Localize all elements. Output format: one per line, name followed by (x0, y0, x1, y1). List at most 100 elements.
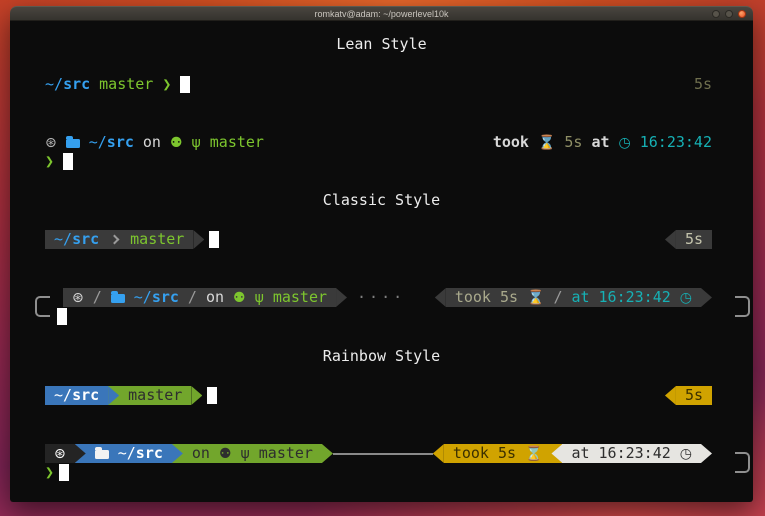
section-heading-lean: Lean Style (10, 35, 753, 54)
hourglass-icon: ⌛ (527, 291, 544, 305)
slash-separator: / (188, 288, 197, 307)
on-label: on (143, 133, 161, 152)
prompt-frame-left (35, 296, 50, 317)
close-button[interactable] (738, 10, 746, 18)
dir-prefix: ~/ (54, 386, 72, 405)
at-label: at (571, 288, 589, 307)
section-heading-classic: Classic Style (10, 191, 753, 210)
github-icon: ⚉ (233, 291, 246, 305)
powerline-arrow-icon (665, 386, 676, 405)
git-branch: master (99, 75, 153, 94)
powerline-arrow-icon (108, 386, 119, 405)
cursor (209, 231, 219, 248)
on-label: on (192, 444, 210, 463)
directory: ~/ src (54, 386, 99, 405)
terminal-content[interactable]: Lean Style ~/ src master ❯ 5s ⊛ ~/ (10, 21, 753, 502)
clock-icon: ◷ (680, 447, 692, 461)
github-icon: ⚉ (219, 447, 232, 461)
cursor (59, 464, 69, 481)
status-segment: took 5s ⌛ (444, 444, 552, 463)
powerline-arrow-icon (322, 444, 333, 463)
rainbow-full-line2: ❯ (45, 463, 712, 482)
cursor (180, 76, 190, 93)
window-controls (712, 10, 746, 18)
duration: 5s (685, 386, 703, 405)
slash-separator: / (93, 288, 102, 307)
powerline-arrow-icon (435, 288, 446, 307)
os-icon: ⊛ (72, 291, 84, 305)
powerline-left: ~/ src master (45, 230, 204, 249)
cursor (57, 308, 67, 325)
dir-prefix: ~/ (89, 133, 107, 152)
duration: 5s (500, 288, 518, 307)
context-segment: ⊛ / ~/ src / on ⚉ ψ master (63, 288, 336, 307)
git-branch: master (273, 288, 327, 307)
lean-short-prompt: ~/ src master ❯ 5s (45, 75, 712, 94)
took-label: took (453, 444, 489, 463)
dir-prefix: ~/ (45, 75, 63, 94)
powerline-arrow-icon (665, 230, 676, 249)
powerline-right: 5s (665, 386, 712, 405)
os-icon: ⊛ (54, 447, 66, 461)
on-label: on (206, 288, 224, 307)
dir-prefix: ~/ (118, 444, 136, 463)
prompt-arrow-icon: ❯ (162, 75, 171, 94)
lean-full-line1: ⊛ ~/ src on ⚉ ψ master took ⌛ 5s at ◷ (45, 133, 712, 152)
minimize-button[interactable] (712, 10, 720, 18)
time: 16:23:42 (599, 288, 671, 307)
dir-anchor: src (107, 133, 134, 152)
directory: ~/ src (118, 444, 163, 463)
directory: ~/ src (45, 75, 90, 94)
branch-segment: master (119, 386, 191, 405)
rainbow-full-prompt: ⊛ ~/ src on ⚉ (45, 444, 712, 482)
classic-full-line1: ⊛ / ~/ src / on ⚉ ψ master (35, 288, 712, 307)
cursor (63, 153, 73, 170)
powerline-arrow-icon (172, 444, 183, 463)
prompt-frame-right (735, 452, 750, 473)
duration: 5s (498, 444, 516, 463)
section-heading-rainbow: Rainbow Style (10, 347, 753, 366)
git-branch-icon: ψ (192, 136, 201, 150)
git-branch: master (210, 133, 264, 152)
git-branch: master (130, 230, 184, 249)
prompt-frame-right (735, 296, 750, 317)
at-label: at (591, 133, 609, 152)
lean-full-line2: ❯ (45, 152, 712, 171)
dir-anchor: src (72, 230, 99, 249)
powerline-left: ⊛ / ~/ src / on ⚉ ψ master (63, 288, 347, 307)
dir-anchor: src (136, 444, 163, 463)
powerline-arrow-icon (336, 288, 347, 307)
classic-full-prompt: ⊛ / ~/ src / on ⚉ ψ master (35, 288, 712, 326)
cursor (207, 387, 217, 404)
at-label: at (571, 444, 589, 463)
powerline-arrow-icon (701, 444, 712, 463)
powerline-left: ~/ src master (45, 386, 202, 405)
dir-anchor: src (152, 288, 179, 307)
duration: 5s (685, 230, 703, 249)
desktop-background: romkatv@adam: ~/powerlevel10k Lean Style… (0, 0, 765, 516)
os-segment: ⊛ (45, 444, 75, 463)
dir-prefix: ~/ (134, 288, 152, 307)
maximize-button[interactable] (725, 10, 733, 18)
powerline-right: took 5s ⌛ / at 16:23:42 ◷ (435, 288, 712, 307)
window-title: romkatv@adam: ~/powerlevel10k (10, 7, 753, 20)
dir-segment: ~/ src (86, 444, 172, 463)
powerline-right: 5s (665, 230, 712, 249)
gap-connector-line (333, 453, 433, 455)
duration: 5s (564, 133, 582, 152)
titlebar[interactable]: romkatv@adam: ~/powerlevel10k (10, 6, 753, 21)
directory: ~/ src (134, 288, 179, 307)
git-branch: master (259, 444, 313, 463)
powerline-arrow-icon (193, 230, 204, 249)
duration-segment: 5s (676, 386, 712, 405)
time-segment: at 16:23:42 ◷ (562, 444, 701, 463)
os-icon: ⊛ (45, 136, 57, 150)
classic-short-prompt: ~/ src master 5s (45, 230, 712, 249)
slash-separator: / (553, 288, 562, 307)
git-branch-icon: ψ (255, 291, 264, 305)
took-label: took (455, 288, 491, 307)
clock-icon: ◷ (619, 136, 631, 150)
terminal-window: romkatv@adam: ~/powerlevel10k Lean Style… (10, 6, 753, 502)
duration-segment: 5s (676, 230, 712, 249)
directory: ~/ src (54, 230, 99, 249)
